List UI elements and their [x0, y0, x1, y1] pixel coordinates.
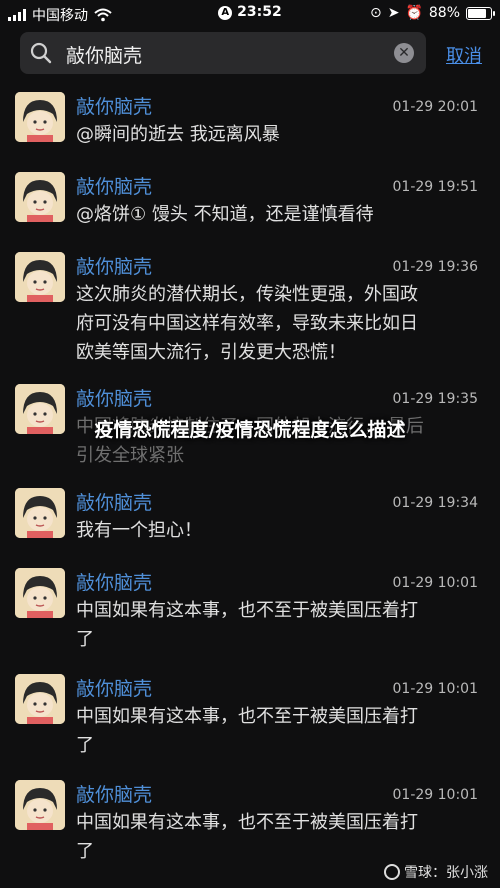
message-line: 了 [76, 629, 94, 650]
message-author[interactable]: 敲你脑壳 [76, 674, 152, 701]
battery-percent: 88% [428, 5, 460, 21]
cancel-button[interactable]: 取消 [446, 42, 482, 68]
message-line: 中国如果有这本事，也不至于被美国压着打 [76, 706, 418, 727]
avatar-icon[interactable] [15, 780, 65, 830]
avatar-icon[interactable] [15, 674, 65, 724]
message-line: @烙饼① 馒头 不知道，还是谨慎看待 [76, 204, 374, 225]
message-author[interactable]: 敲你脑壳 [76, 568, 152, 595]
message-line: 引发全球紧张 [76, 445, 184, 466]
message-time: 01-29 20:01 [392, 99, 478, 115]
do-not-disturb-icon: ⏰ [405, 5, 423, 21]
message-content: 这次肺炎的潜伏期长，传染性更强，外国政 府可没有中国这样有效率，导致未来比如日 欧美… [76, 280, 482, 367]
message-line: 了 [76, 735, 94, 756]
avatar-icon[interactable] [15, 252, 65, 302]
snowball-logo-icon [384, 864, 400, 880]
message-line: 这次肺炎的潜伏期长，传染性更强，外国政 [76, 284, 418, 305]
message-time: 01-29 19:36 [392, 259, 478, 275]
search-query[interactable]: 敲你脑壳 [66, 41, 142, 68]
avatar-icon[interactable] [15, 568, 65, 618]
message-author[interactable]: 敲你脑壳 [76, 488, 152, 515]
search-input[interactable]: 敲你脑壳 ✕ [20, 32, 426, 74]
message-author[interactable]: 敲你脑壳 [76, 780, 152, 807]
location-icon: ➤ [387, 5, 400, 21]
message-line: @瞬间的逝去 我远离风暴 [76, 124, 280, 145]
message-time: 01-29 10:01 [392, 575, 478, 591]
alarm-icon: ⊙ [369, 5, 382, 21]
message-line: 中国如果有这本事，也不至于被美国压着打 [76, 812, 418, 833]
overlay-title: 疫情恐慌程度/疫情恐慌程度怎么描述 [94, 419, 406, 441]
avatar-icon[interactable] [15, 92, 65, 142]
avatar-icon[interactable] [15, 488, 65, 538]
message-time: 01-29 10:01 [392, 681, 478, 697]
lock-icon: A [218, 6, 233, 20]
message-time: 01-29 19:35 [392, 391, 478, 407]
status-time: 23:52 [237, 4, 282, 20]
message-line: 我有一个担心！ [76, 520, 202, 541]
message-content: @瞬间的逝去 我远离风暴 [76, 120, 482, 149]
message-time: 01-29 10:01 [392, 787, 478, 803]
clear-icon[interactable]: ✕ [394, 43, 414, 63]
status-bar: 中国移动 A 23:52 ⊙ ➤ ⏰ 88% [0, 0, 500, 26]
battery-icon [466, 6, 495, 20]
message-time: 01-29 19:51 [392, 179, 478, 195]
message-author[interactable]: 敲你脑壳 [76, 172, 152, 199]
message-content: 中国如果有这本事，也不至于被美国压着打了 [76, 702, 482, 760]
message-author[interactable]: 敲你脑壳 [76, 384, 152, 411]
message-author[interactable]: 敲你脑壳 [76, 92, 152, 119]
message-content: 我有一个担心！ [76, 516, 482, 545]
message-content: @烙饼① 馒头 不知道，还是谨慎看待 [76, 200, 482, 229]
avatar-icon[interactable] [15, 384, 65, 434]
message-content: 中国如果有这本事，也不至于被美国压着打了 [76, 596, 482, 654]
status-right: ⊙ ➤ ⏰ 88% [369, 5, 495, 21]
watermark-text: 雪球：张小涨 [404, 865, 488, 881]
message-time: 01-29 19:34 [392, 495, 478, 511]
search-icon [30, 42, 52, 64]
message-line: 欧美等国大流行，引发更大恐慌！ [76, 342, 346, 363]
avatar-icon[interactable] [15, 172, 65, 222]
message-author[interactable]: 敲你脑壳 [76, 252, 152, 279]
watermark: 雪球：张小涨 [384, 862, 488, 882]
message-line: 府可没有中国这样有效率，导致未来比如日 [76, 313, 418, 334]
message-line: 中国如果有这本事，也不至于被美国压着打 [76, 600, 418, 621]
message-content: 中国如果有这本事，也不至于被美国压着打了 [76, 808, 482, 866]
